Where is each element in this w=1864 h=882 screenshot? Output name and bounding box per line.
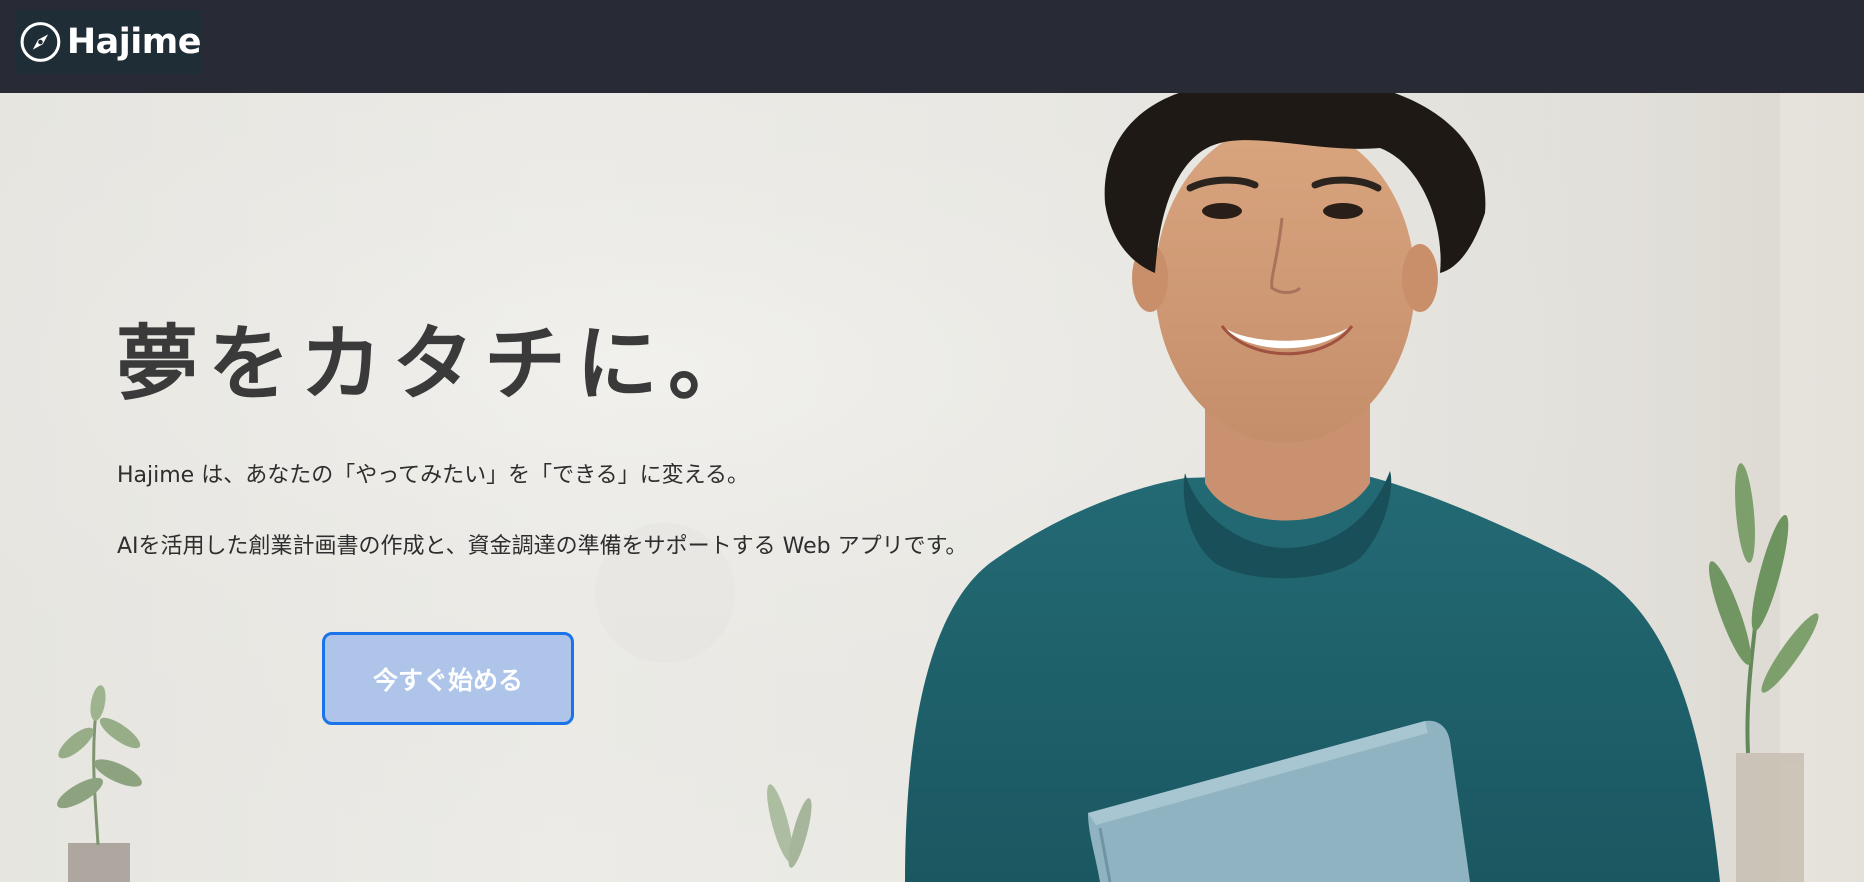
top-nav-bar: Hajime [0,0,1864,93]
compass-icon [20,22,61,62]
start-now-button[interactable]: 今すぐ始める [322,632,574,725]
brand-name: Hajime [66,22,202,62]
hero-title: 夢をカタチに。 [116,317,761,412]
hero-section: 夢をカタチに。 Hajime は、あなたの「やってみたい」を「できる」に変える。… [0,93,1864,882]
brand-logo[interactable]: Hajime [15,10,202,74]
hero-description-line-2: AIを活用した創業計画書の作成と、資金調達の準備をサポートする Web アプリで… [117,534,968,559]
hero-description-line-1: Hajime は、あなたの「やってみたい」を「できる」に変える。 [117,463,750,488]
